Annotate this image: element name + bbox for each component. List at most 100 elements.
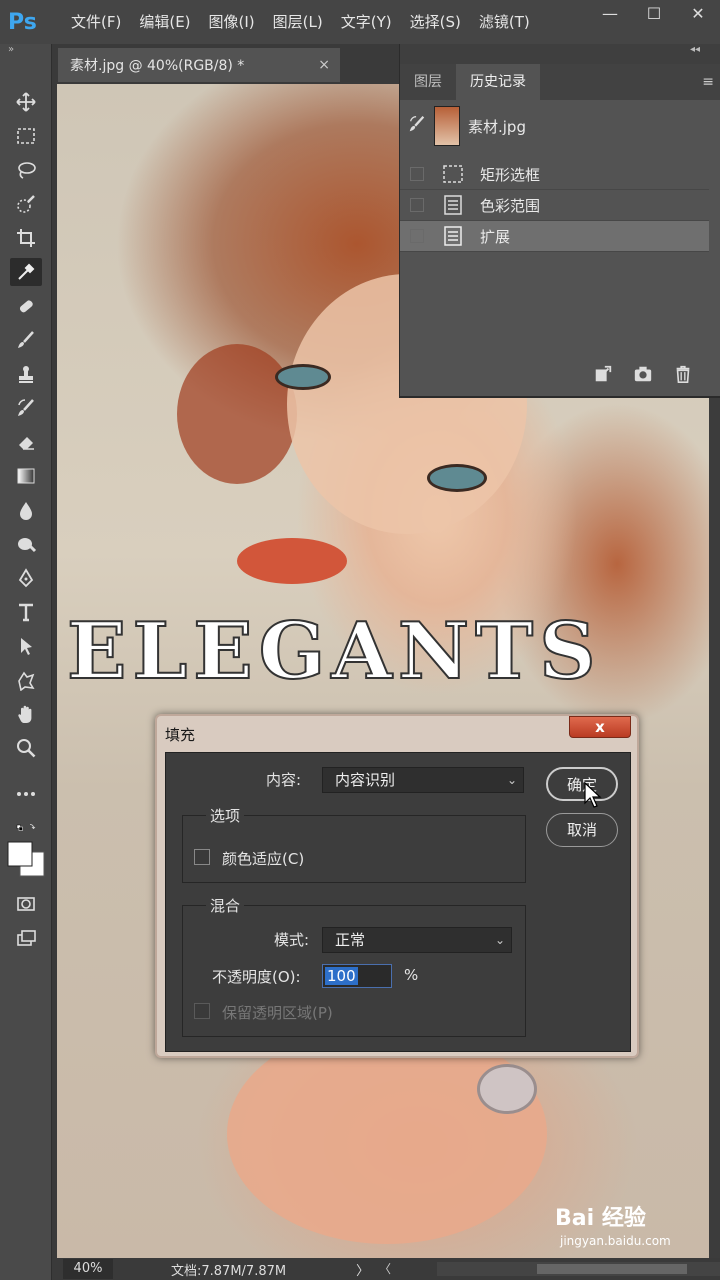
history-item[interactable]: 色彩范围 (400, 190, 709, 221)
hair-ornament (177, 344, 297, 484)
opacity-label: 不透明度(O): (212, 968, 301, 986)
snapshot-name: 素材.jpg (468, 117, 526, 136)
preserve-transparency-checkbox[interactable] (194, 1003, 210, 1019)
menu-select[interactable]: 选择(S) (401, 0, 470, 44)
pen-icon[interactable] (10, 564, 42, 592)
mode-value: 正常 (335, 931, 366, 949)
tab-layers[interactable]: 图层 (400, 64, 456, 100)
status-menu-arrow[interactable]: 〉 (356, 1260, 369, 1279)
history-brush-source-icon[interactable] (400, 114, 434, 138)
more-tools-icon[interactable] (10, 780, 42, 808)
content-value: 内容识别 (335, 771, 396, 789)
brush-icon[interactable] (10, 326, 42, 354)
document-info: 文档:7.87M/7.87M (171, 1263, 287, 1279)
lasso-icon[interactable] (10, 156, 42, 184)
ring (477, 1064, 537, 1114)
trash-icon[interactable] (673, 364, 693, 388)
document-tab[interactable]: 素材.jpg @ 40%(RGB/8) * × (58, 48, 340, 82)
history-item[interactable]: 矩形选框 (400, 159, 709, 190)
close-window-button[interactable]: ✕ (676, 0, 720, 26)
history-item-label: 扩展 (480, 227, 511, 246)
menu-edit[interactable]: 编辑(E) (130, 0, 199, 44)
menu-layer[interactable]: 图层(L) (264, 0, 332, 44)
history-panel: ◂◂ 图层 历史记录 ≡ 素材.jpg 矩形选框 色彩范围 扩展 (399, 44, 720, 398)
history-item-checkbox[interactable] (410, 198, 424, 212)
history-item-checkbox[interactable] (410, 167, 424, 181)
clone-stamp-icon[interactable] (10, 360, 42, 388)
marquee-icon (442, 164, 464, 184)
history-item-label: 矩形选框 (480, 165, 541, 184)
panel-tabs: 图层 历史记录 ≡ (400, 64, 720, 100)
menu-filter[interactable]: 滤镜(T) (470, 0, 539, 44)
eyedropper-icon[interactable] (10, 258, 42, 286)
panel-collapse-icon[interactable]: ◂◂ (400, 44, 720, 64)
healing-brush-icon[interactable] (10, 292, 42, 320)
panel-menu-icon[interactable]: ≡ (702, 64, 714, 100)
default-colors-icon[interactable] (4, 814, 48, 842)
document-tab-title: 素材.jpg @ 40%(RGB/8) * (70, 58, 245, 74)
color-adaptation-label: 颜色适应(C) (222, 850, 305, 868)
new-document-from-state-icon[interactable] (593, 364, 613, 388)
dialog-body: 内容: 内容识别 ⌄ 确定 取消 选项 颜色适应(C) 混合 模式: 正常 ⌄ … (165, 752, 631, 1052)
watermark-url: jingyan.baidu.com (560, 1234, 671, 1248)
preserve-transparency-label: 保留透明区域(P) (222, 1004, 333, 1022)
mode-label: 模式: (274, 931, 310, 949)
content-label: 内容: (266, 771, 302, 789)
history-snapshot[interactable]: 素材.jpg (400, 104, 720, 148)
camera-icon[interactable] (633, 364, 653, 388)
dialog-close-button[interactable]: x (569, 716, 631, 738)
window-controls: — ☐ ✕ (588, 0, 720, 26)
hand-icon[interactable] (10, 700, 42, 728)
options-title: 选项 (206, 805, 245, 826)
zoom-level[interactable]: 40% (63, 1259, 113, 1279)
custom-shape-icon[interactable] (10, 666, 42, 694)
chevron-down-icon: ⌄ (506, 773, 517, 787)
toolbar-collapse-icon[interactable]: » (0, 44, 51, 58)
opacity-unit: % (404, 966, 419, 984)
tools-panel: » (0, 44, 52, 1280)
history-item[interactable]: 扩展 (400, 221, 709, 252)
menu-bar: Ps 文件(F) 编辑(E) 图像(I) 图层(L) 文字(Y) 选择(S) 滤… (0, 0, 720, 44)
tab-history[interactable]: 历史记录 (456, 64, 540, 100)
history-item-checkbox[interactable] (410, 229, 424, 243)
scrollbar-thumb[interactable] (537, 1264, 687, 1274)
left-eye (275, 364, 331, 390)
elegants-text-selection: ELEGANTS (66, 605, 602, 698)
ok-button[interactable]: 确定 (546, 767, 618, 801)
marquee-icon[interactable] (10, 122, 42, 150)
move-tool-icon[interactable] (10, 88, 42, 116)
status-bar: 40% 文档:7.87M/7.87M 〉 〈 (57, 1258, 720, 1280)
type-icon[interactable] (10, 598, 42, 626)
panel-footer (400, 356, 720, 396)
history-brush-icon[interactable] (10, 394, 42, 422)
document-icon (442, 226, 464, 246)
right-eye (427, 464, 487, 492)
menu-type[interactable]: 文字(Y) (332, 0, 401, 44)
maximize-button[interactable]: ☐ (632, 0, 676, 26)
content-select[interactable]: 内容识别 ⌄ (322, 767, 524, 793)
horizontal-scrollbar[interactable] (437, 1262, 720, 1276)
cancel-button[interactable]: 取消 (546, 813, 618, 847)
minimize-button[interactable]: — (588, 0, 632, 26)
crop-icon[interactable] (10, 224, 42, 252)
baidu-watermark: Bai 经验 (555, 1206, 646, 1231)
blur-icon[interactable] (10, 496, 42, 524)
eraser-icon[interactable] (10, 428, 42, 456)
gradient-icon[interactable] (10, 462, 42, 490)
menu-file[interactable]: 文件(F) (62, 0, 130, 44)
mode-select[interactable]: 正常 ⌄ (322, 927, 512, 953)
color-adaptation-checkbox[interactable] (194, 849, 210, 865)
quick-mask-icon[interactable] (10, 890, 42, 918)
screen-mode-icon[interactable] (10, 924, 42, 952)
close-tab-icon[interactable]: × (318, 57, 330, 73)
scroll-left-arrow[interactable]: 〈 (379, 1260, 391, 1277)
document-icon (442, 195, 464, 215)
quick-select-icon[interactable] (10, 190, 42, 218)
menu-image[interactable]: 图像(I) (200, 0, 264, 44)
dodge-icon[interactable] (10, 530, 42, 558)
snapshot-thumbnail (434, 106, 460, 146)
path-selection-icon[interactable] (10, 632, 42, 660)
color-swatch-icon[interactable] (4, 840, 48, 882)
opacity-input[interactable]: 100 (322, 964, 392, 988)
zoom-icon[interactable] (10, 734, 42, 762)
